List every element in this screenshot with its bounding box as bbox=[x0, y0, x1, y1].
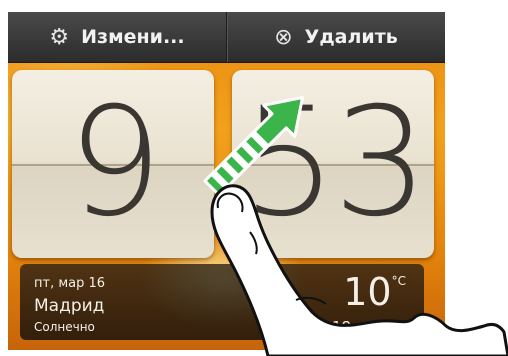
temp-value: 10 bbox=[343, 270, 392, 314]
widget-screen: ⚙ Измени... ⊗ Удалить 9 53 пт, мар 16 Ма… bbox=[8, 12, 445, 350]
temp-high: 18 bbox=[331, 318, 352, 336]
clock-minutes: 53 bbox=[241, 76, 429, 250]
weather-temperature: 10°C bbox=[343, 270, 406, 314]
weather-range: 18°C / 4°C bbox=[332, 318, 404, 336]
edit-label: Измени... bbox=[81, 26, 185, 48]
weather-date: пт, мар 16 bbox=[34, 276, 106, 291]
clock-minutes-card[interactable]: 53 bbox=[232, 70, 434, 258]
temp-unit: °C bbox=[391, 274, 406, 288]
low-unit: °C bbox=[389, 322, 404, 336]
high-unit: °C bbox=[351, 322, 366, 336]
delete-button[interactable]: ⊗ Удалить bbox=[226, 12, 445, 62]
card-divider bbox=[232, 164, 434, 166]
clock-hour-card[interactable]: 9 bbox=[12, 70, 214, 258]
temp-low: 4 bbox=[380, 318, 390, 336]
edit-button[interactable]: ⚙ Измени... bbox=[8, 12, 226, 62]
clock-hour: 9 bbox=[67, 76, 162, 250]
action-bar: ⚙ Измени... ⊗ Удалить bbox=[8, 12, 445, 63]
weather-condition: Солнечно bbox=[34, 320, 95, 334]
card-divider bbox=[12, 164, 214, 166]
weather-city: Мадрид bbox=[34, 296, 105, 316]
close-circle-icon: ⊗ bbox=[274, 24, 293, 50]
range-separator: / bbox=[365, 318, 381, 336]
gear-icon: ⚙ bbox=[49, 24, 70, 50]
weather-panel[interactable]: пт, мар 16 Мадрид Солнечно 10°C 18°C / 4… bbox=[20, 264, 424, 340]
delete-label: Удалить bbox=[304, 26, 398, 48]
